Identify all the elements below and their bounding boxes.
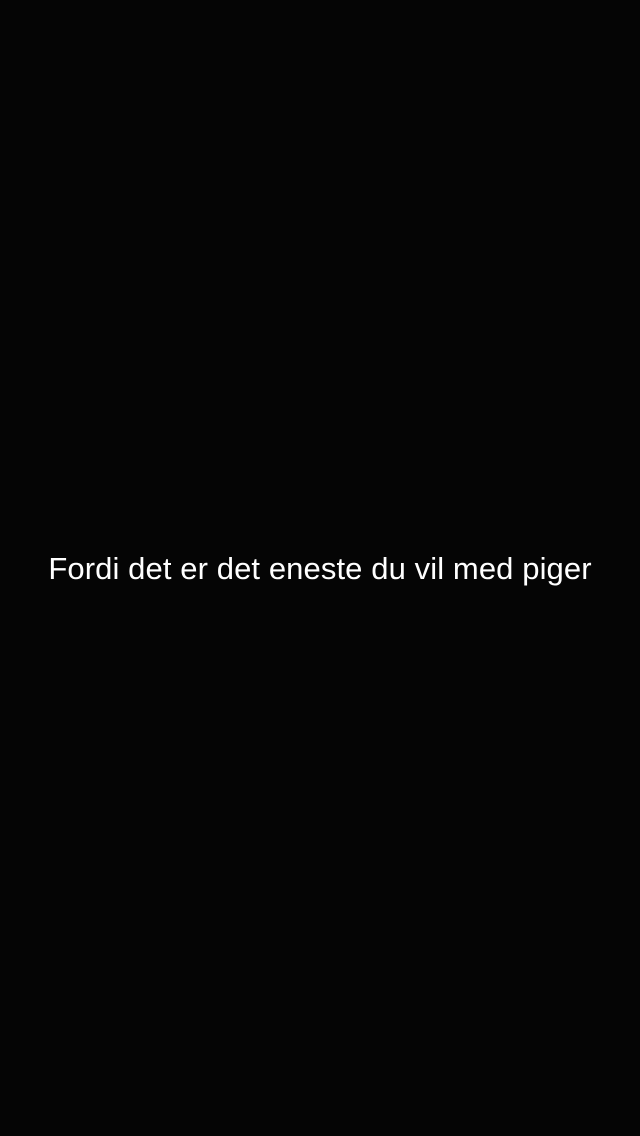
snap-view[interactable]: Fordi det er det eneste du vil med piger [0, 0, 640, 1136]
snap-caption: Fordi det er det eneste du vil med piger [48, 551, 592, 586]
